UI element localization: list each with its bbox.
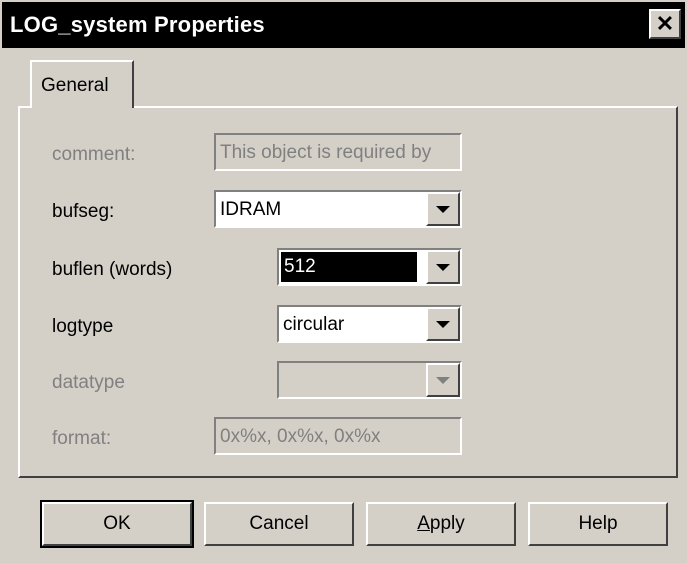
chevron-down-icon [436,320,450,328]
format-label: format: [52,428,112,449]
chevron-down-icon [436,376,450,384]
apply-button[interactable]: Apply [366,502,516,546]
buflen-dropdown-button[interactable] [426,250,460,284]
logtype-select[interactable]: circular [277,305,462,343]
logtype-label: logtype [52,316,114,337]
datatype-dropdown-button [426,363,460,397]
title-bar: LOG_system Properties ✕ [2,2,685,48]
window-title: LOG_system Properties [10,12,265,37]
format-value: 0x%x, 0x%x, 0x%x [220,426,381,447]
apply-label-rest: pply [429,513,465,534]
logtype-dropdown-button[interactable] [426,307,460,341]
buflen-select[interactable]: 512 [277,248,462,286]
buflen-label: buflen (words) [52,259,173,280]
tab-general[interactable]: General [30,60,134,108]
bufseg-select[interactable]: IDRAM [214,190,462,228]
apply-accelerator: A [417,513,430,534]
logtype-value: circular [283,314,345,335]
help-button[interactable]: Help [528,502,668,546]
comment-value: This object is required by [220,142,432,163]
tab-general-label: General [41,75,109,96]
comment-field: This object is required by [214,133,462,171]
chevron-down-icon [436,205,450,213]
apply-button-label: Apply [417,513,465,535]
datatype-select [277,361,462,399]
bufseg-dropdown-button[interactable] [426,192,460,226]
help-button-label: Help [578,513,618,534]
ok-button-label: OK [103,513,131,534]
cancel-button-label: Cancel [249,513,309,534]
bufseg-label: bufseg: [52,201,115,222]
comment-label: comment: [52,144,136,165]
close-button[interactable]: ✕ [649,9,681,39]
chevron-down-icon [436,263,450,271]
bufseg-value: IDRAM [220,199,282,220]
datatype-label: datatype [52,372,125,393]
buflen-value: 512 [281,252,417,282]
format-field: 0x%x, 0x%x, 0x%x [214,417,462,455]
ok-button[interactable]: OK [40,500,194,548]
close-icon: ✕ [655,11,675,36]
cancel-button[interactable]: Cancel [204,502,354,546]
